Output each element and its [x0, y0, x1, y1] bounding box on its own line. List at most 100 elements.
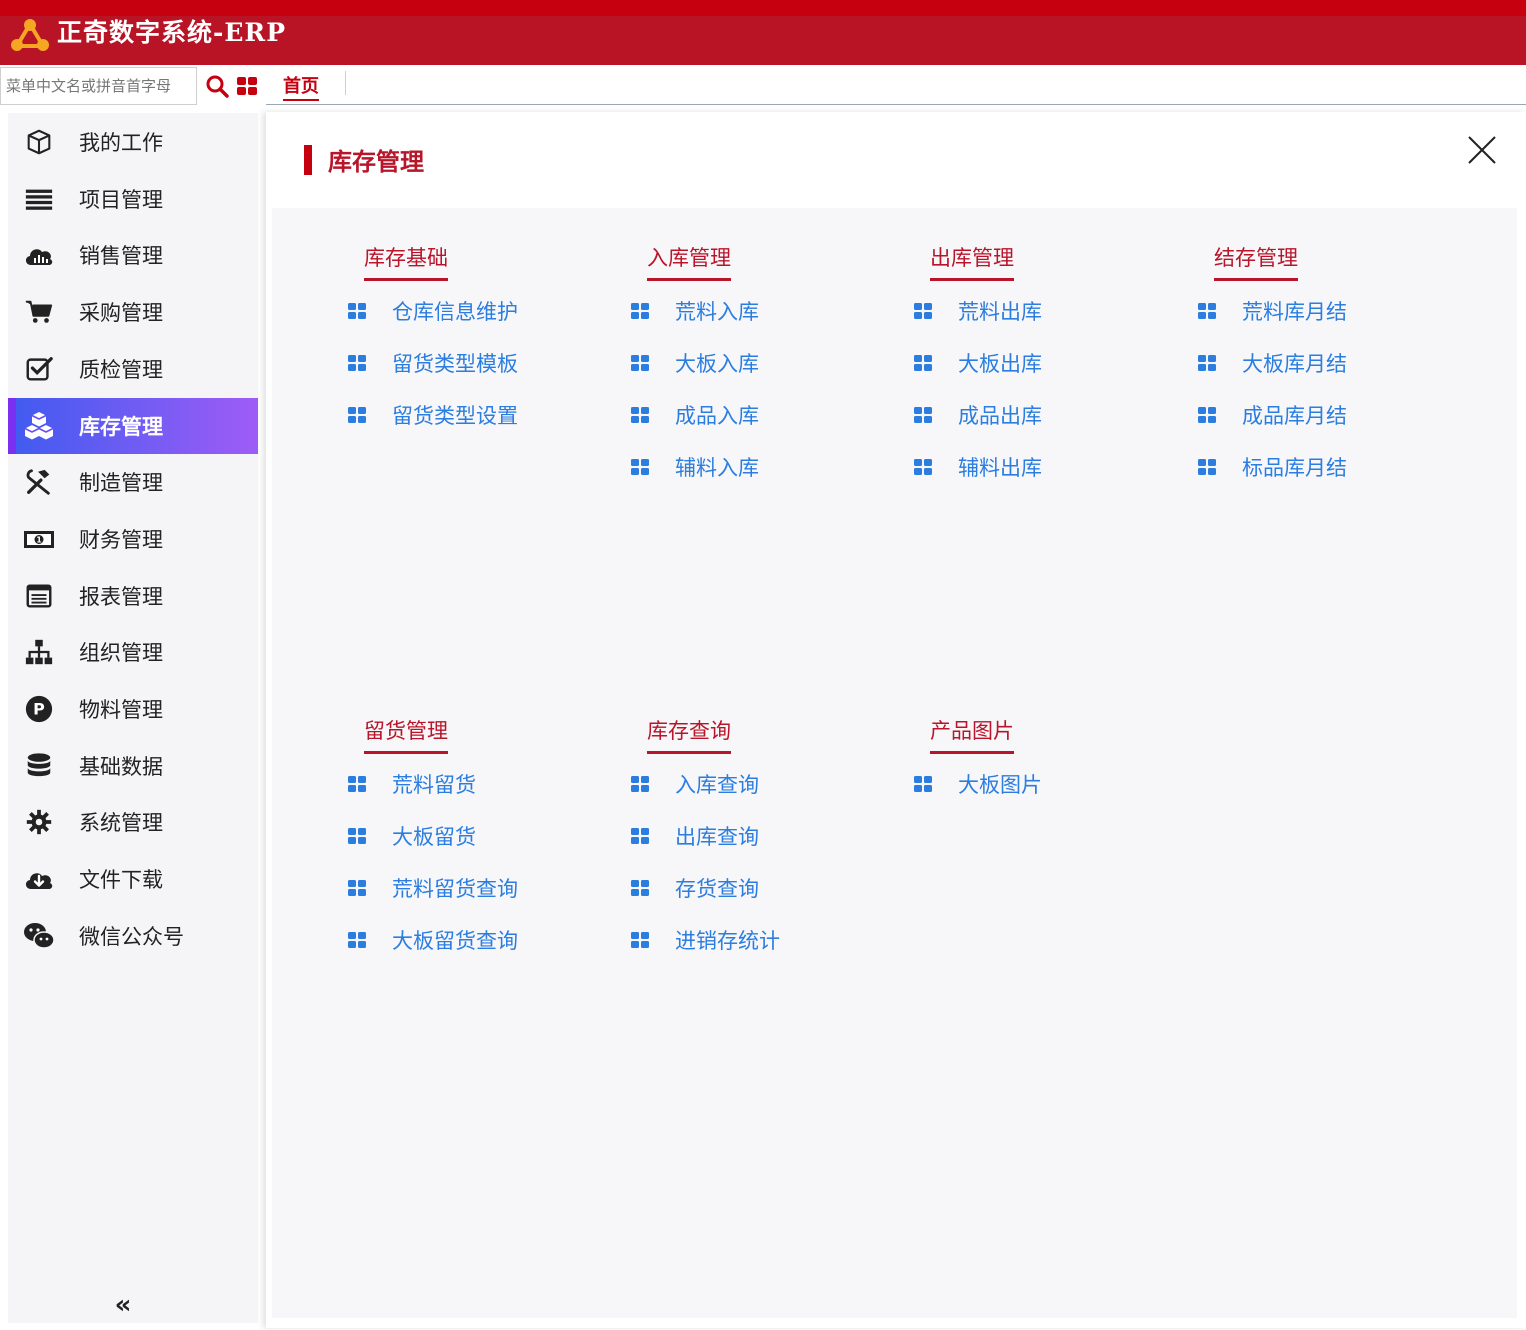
sidebar-item-label: 文件下载	[79, 868, 163, 893]
menu-link-label: 辅料出库	[958, 456, 1042, 480]
app-header: 正奇数字系统-ERP	[0, 0, 1526, 65]
menu-link-label: 荒料库月结	[1242, 300, 1347, 324]
cart-icon	[23, 296, 55, 328]
sidebar-item[interactable]: P 物料管理	[8, 681, 258, 737]
sidebar-item[interactable]: 制造管理	[8, 454, 258, 510]
menu-link[interactable]: 进销存统计	[631, 925, 780, 955]
menu-link[interactable]: 大板出库	[914, 348, 1042, 378]
list-icon	[23, 183, 55, 215]
sidebar-item[interactable]: 报表管理	[8, 568, 258, 624]
menu-search-input[interactable]	[0, 67, 197, 105]
search-icon[interactable]	[205, 74, 229, 98]
menu-group-title: 结存管理	[1214, 242, 1298, 281]
menu-link[interactable]: 荒料库月结	[1198, 296, 1347, 326]
sidebar-item[interactable]: 文件下载	[8, 851, 258, 907]
menu-group-title: 入库管理	[647, 242, 731, 281]
sidebar-item[interactable]: 库存管理	[8, 397, 258, 454]
grid-icon	[348, 776, 366, 792]
menu-link[interactable]: 大板图片	[914, 769, 1042, 799]
wechat-icon	[23, 920, 55, 952]
menu-link[interactable]: 大板留货查询	[348, 925, 518, 955]
grid-icon	[348, 828, 366, 844]
grid-icon	[631, 932, 649, 948]
menu-link[interactable]: 存货查询	[631, 873, 759, 903]
menu-link[interactable]: 留货类型模板	[348, 348, 518, 378]
menu-link[interactable]: 成品库月结	[1198, 400, 1347, 430]
logo-icon	[11, 19, 49, 51]
menu-link[interactable]: 留货类型设置	[348, 400, 518, 430]
menu-link[interactable]: 大板入库	[631, 348, 759, 378]
menu-link-label: 成品库月结	[1242, 404, 1347, 428]
sidebar-item-label: 质检管理	[79, 357, 163, 382]
sidebar-item-label: 物料管理	[79, 698, 163, 722]
sitemap-icon	[23, 636, 55, 668]
apps-grid-icon[interactable]	[237, 76, 257, 96]
grid-icon	[348, 303, 366, 319]
menu-group-title: 库存基础	[364, 242, 448, 281]
sidebar-item[interactable]: 1 财务管理	[8, 511, 258, 567]
menu-link-label: 荒料留货查询	[392, 877, 518, 901]
money-icon: 1	[23, 523, 55, 555]
menu-link[interactable]: 荒料留货	[348, 769, 476, 799]
menu-link[interactable]: 入库查询	[631, 769, 759, 799]
menu-link[interactable]: 荒料入库	[631, 296, 759, 326]
checkbox-icon	[23, 353, 55, 385]
sidebar-item-label: 微信公众号	[79, 924, 184, 949]
panel-title: 库存管理	[328, 148, 424, 176]
menu-link[interactable]: 出库查询	[631, 821, 759, 851]
menu-link-label: 留货类型模板	[392, 352, 518, 376]
sidebar-item[interactable]: 质检管理	[8, 341, 258, 397]
sidebar-item[interactable]: 采购管理	[8, 284, 258, 340]
sidebar-item[interactable]: 系统管理	[8, 794, 258, 850]
grid-icon	[631, 776, 649, 792]
grid-icon	[914, 355, 932, 371]
menu-link[interactable]: 辅料出库	[914, 452, 1042, 482]
grid-icon	[348, 932, 366, 948]
sidebar-item-label: 项目管理	[79, 187, 163, 212]
sidebar-item-label: 库存管理	[79, 414, 163, 439]
sidebar-item[interactable]: 项目管理	[8, 171, 258, 227]
grid-icon	[1198, 303, 1216, 319]
menu-group-title: 留货管理	[364, 715, 448, 754]
menu-link[interactable]: 荒料出库	[914, 296, 1042, 326]
tab-home[interactable]: 首页	[283, 72, 319, 101]
sidebar-item-label: 系统管理	[79, 811, 163, 836]
grid-icon	[914, 459, 932, 475]
sidebar-item-label: 基础数据	[79, 754, 163, 779]
menu-link[interactable]: 大板留货	[348, 821, 476, 851]
menu-link-label: 入库查询	[675, 773, 759, 797]
menu-link-label: 大板图片	[958, 773, 1042, 797]
close-icon[interactable]	[1466, 134, 1498, 166]
menu-link[interactable]: 大板库月结	[1198, 348, 1347, 378]
menu-link-label: 留货类型设置	[392, 404, 518, 428]
sidebar-item[interactable]: 组织管理	[8, 624, 258, 680]
menu-link-label: 荒料留货	[392, 773, 476, 797]
menu-link[interactable]: 成品入库	[631, 400, 759, 430]
panel-body: 库存基础仓库信息维护留货类型模板 留货类型设置 入库管理荒料入库大板入库成品入库辅料…	[272, 208, 1517, 1318]
menu-link[interactable]: 荒料留货查询	[348, 873, 518, 903]
tools-icon	[23, 466, 55, 498]
sidebar-item[interactable]: 我的工作	[8, 114, 258, 170]
menu-link-label: 成品入库	[675, 404, 759, 428]
svg-text:1: 1	[36, 535, 42, 544]
cubes-icon	[23, 410, 55, 442]
menu-link[interactable]: 辅料入库	[631, 452, 759, 482]
menu-link-label: 出库查询	[675, 825, 759, 849]
grid-icon	[631, 303, 649, 319]
sidebar-item-label: 报表管理	[79, 584, 163, 609]
sidebar-item[interactable]: 微信公众号	[8, 908, 258, 964]
menu-link-label: 大板库月结	[1242, 352, 1347, 376]
sidebar-item[interactable]: 销售管理	[8, 227, 258, 283]
menu-link[interactable]: 标品库月结	[1198, 452, 1347, 482]
tab-divider	[345, 71, 346, 95]
collapse-sidebar-button[interactable]: «	[108, 1290, 138, 1320]
p-circle-icon: P	[23, 693, 55, 725]
sidebar-item[interactable]: 基础数据	[8, 738, 258, 794]
menu-link[interactable]: 仓库信息维护	[348, 296, 518, 326]
menu-link-label: 大板留货	[392, 825, 476, 849]
grid-icon	[348, 355, 366, 371]
menu-link[interactable]: 成品出库	[914, 400, 1042, 430]
menu-link-label: 荒料入库	[675, 300, 759, 324]
menu-link-label: 大板入库	[675, 352, 759, 376]
menu-link-label: 存货查询	[675, 877, 759, 901]
